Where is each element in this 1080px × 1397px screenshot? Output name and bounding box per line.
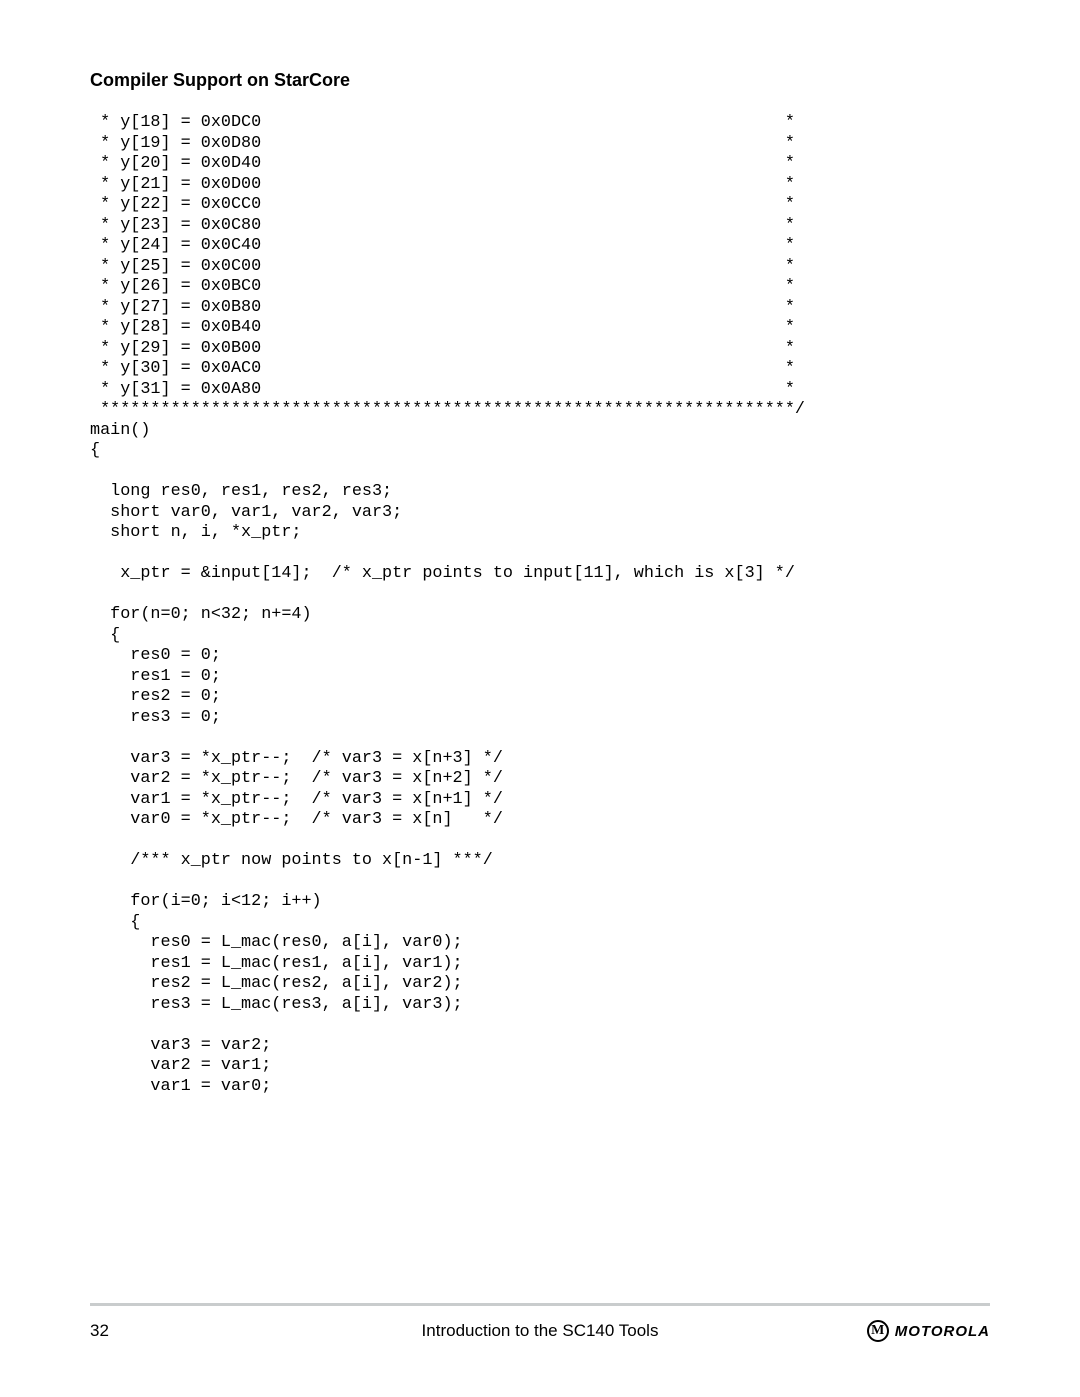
footer-center-text: Introduction to the SC140 Tools <box>90 1321 990 1341</box>
footer-rule <box>90 1303 990 1306</box>
motorola-logo-icon: M <box>867 1320 889 1342</box>
section-title: Compiler Support on StarCore <box>90 70 990 91</box>
motorola-logo: M MOTOROLA <box>867 1320 990 1342</box>
footer: 32 Introduction to the SC140 Tools M MOT… <box>90 1303 990 1342</box>
motorola-logo-text: MOTOROLA <box>895 1323 990 1340</box>
page-number: 32 <box>90 1321 109 1341</box>
document-page: Compiler Support on StarCore * y[18] = 0… <box>0 0 1080 1397</box>
footer-row: 32 Introduction to the SC140 Tools M MOT… <box>90 1320 990 1342</box>
code-block: * y[18] = 0x0DC0 * * y[19] = 0x0D80 * * … <box>90 113 990 1097</box>
